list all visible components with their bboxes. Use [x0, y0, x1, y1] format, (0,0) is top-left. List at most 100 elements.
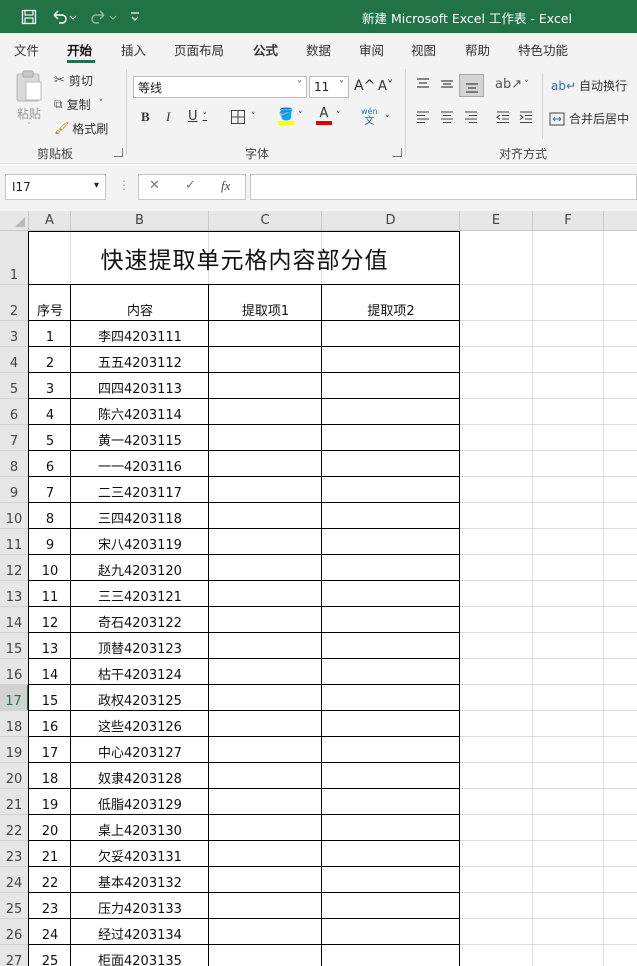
insert-function-icon[interactable]: fx: [221, 178, 230, 194]
extract-2-cell[interactable]: [322, 919, 460, 945]
fill-color-button[interactable]: 🪣 ˅: [278, 107, 303, 125]
row-header-27[interactable]: 27: [0, 945, 29, 966]
extract-2-cell[interactable]: [322, 893, 460, 919]
row-header-18[interactable]: 18: [0, 711, 29, 737]
extract-1-cell[interactable]: [209, 607, 322, 633]
content-cell[interactable]: 赵九4203120: [71, 555, 209, 581]
serial-number-cell[interactable]: 23: [29, 893, 71, 919]
tab-home[interactable]: 开始: [67, 40, 92, 59]
extract-1-cell[interactable]: [209, 555, 322, 581]
row-header-3[interactable]: 3: [0, 321, 29, 347]
table-header-cell[interactable]: 提取项2: [322, 285, 460, 321]
extract-1-cell[interactable]: [209, 685, 322, 711]
font-name-combo[interactable]: 等线 ˅: [133, 76, 307, 98]
row-header-14[interactable]: 14: [0, 607, 29, 633]
serial-number-cell[interactable]: 8: [29, 503, 71, 529]
extract-1-cell[interactable]: [209, 841, 322, 867]
column-header-a[interactable]: A: [29, 211, 71, 231]
serial-number-cell[interactable]: 3: [29, 373, 71, 399]
row-header-2[interactable]: 2: [0, 285, 29, 321]
extract-2-cell[interactable]: [322, 321, 460, 347]
column-header-partial[interactable]: [604, 211, 637, 231]
serial-number-cell[interactable]: 7: [29, 477, 71, 503]
extract-2-cell[interactable]: [322, 529, 460, 555]
content-cell[interactable]: 经过4203134: [71, 919, 209, 945]
underline-button[interactable]: U ˅: [188, 109, 207, 124]
row-header-10[interactable]: 10: [0, 503, 29, 529]
extract-1-cell[interactable]: [209, 919, 322, 945]
extract-1-cell[interactable]: [209, 425, 322, 451]
extract-2-cell[interactable]: [322, 347, 460, 373]
serial-number-cell[interactable]: 4: [29, 399, 71, 425]
content-cell[interactable]: 这些4203126: [71, 711, 209, 737]
extract-1-cell[interactable]: [209, 399, 322, 425]
extract-1-cell[interactable]: [209, 321, 322, 347]
tab-insert[interactable]: 插入: [121, 40, 146, 59]
extract-1-cell[interactable]: [209, 945, 322, 966]
font-size-combo[interactable]: 11 ˅: [309, 76, 349, 98]
increase-font-size-button[interactable]: A^: [354, 78, 375, 94]
extract-1-cell[interactable]: [209, 763, 322, 789]
phonetic-dropdown-icon[interactable]: ˅: [385, 115, 390, 125]
content-cell[interactable]: 陈六4203114: [71, 399, 209, 425]
extract-2-cell[interactable]: [322, 737, 460, 763]
merge-center-button[interactable]: 合并后居中: [549, 110, 629, 127]
serial-number-cell[interactable]: 11: [29, 581, 71, 607]
select-all-button[interactable]: [0, 211, 29, 231]
serial-number-cell[interactable]: 21: [29, 841, 71, 867]
row-header-4[interactable]: 4: [0, 347, 29, 373]
content-cell[interactable]: 李四4203111: [71, 321, 209, 347]
content-cell[interactable]: 欠妥4203131: [71, 841, 209, 867]
phonetic-button[interactable]: wén 文: [361, 107, 378, 127]
undo-icon[interactable]: [48, 6, 78, 28]
table-header-cell[interactable]: 序号: [29, 285, 71, 321]
extract-2-cell[interactable]: [322, 581, 460, 607]
extract-1-cell[interactable]: [209, 581, 322, 607]
worksheet-grid[interactable]: ABCDEF 1 2 3 4 5 6 7 8 9 10 11 12 13 14 15 16 17 18 19 20 21…: [0, 211, 637, 966]
align-bottom-button[interactable]: [459, 74, 484, 97]
content-cell[interactable]: 低脂4203129: [71, 789, 209, 815]
content-cell[interactable]: 政权4203125: [71, 685, 209, 711]
name-box[interactable]: I17 ▾: [5, 174, 106, 200]
extract-1-cell[interactable]: [209, 347, 322, 373]
extract-2-cell[interactable]: [322, 503, 460, 529]
serial-number-cell[interactable]: 10: [29, 555, 71, 581]
row-header-24[interactable]: 24: [0, 867, 29, 893]
serial-number-cell[interactable]: 14: [29, 659, 71, 685]
extract-1-cell[interactable]: [209, 451, 322, 477]
extract-1-cell[interactable]: [209, 893, 322, 919]
align-right-button[interactable]: [463, 110, 479, 124]
enter-icon[interactable]: ✓: [185, 178, 196, 193]
tab-page-layout[interactable]: 页面布局: [174, 40, 224, 59]
extract-2-cell[interactable]: [322, 945, 460, 966]
extract-2-cell[interactable]: [322, 477, 460, 503]
content-cell[interactable]: 宋八4203119: [71, 529, 209, 555]
serial-number-cell[interactable]: 20: [29, 815, 71, 841]
extract-2-cell[interactable]: [322, 789, 460, 815]
redo-icon[interactable]: [86, 6, 120, 28]
row-header-15[interactable]: 15: [0, 633, 29, 659]
content-cell[interactable]: 四四4203113: [71, 373, 209, 399]
serial-number-cell[interactable]: 1: [29, 321, 71, 347]
extract-2-cell[interactable]: [322, 451, 460, 477]
content-cell[interactable]: 奇石4203122: [71, 607, 209, 633]
content-cell[interactable]: 三三4203121: [71, 581, 209, 607]
extract-2-cell[interactable]: [322, 373, 460, 399]
row-header-9[interactable]: 9: [0, 477, 29, 503]
font-launcher-icon[interactable]: [393, 148, 402, 157]
extract-2-cell[interactable]: [322, 867, 460, 893]
copy-dropdown-icon[interactable]: ˅: [99, 99, 104, 109]
decrease-font-size-button[interactable]: A˅: [378, 79, 393, 94]
extract-2-cell[interactable]: [322, 815, 460, 841]
table-header-cell[interactable]: 内容: [71, 285, 209, 321]
row-header-19[interactable]: 19: [0, 737, 29, 763]
serial-number-cell[interactable]: 9: [29, 529, 71, 555]
serial-number-cell[interactable]: 17: [29, 737, 71, 763]
row-header-11[interactable]: 11: [0, 529, 29, 555]
serial-number-cell[interactable]: 6: [29, 451, 71, 477]
content-cell[interactable]: 三四4203118: [71, 503, 209, 529]
extract-2-cell[interactable]: [322, 841, 460, 867]
copy-button[interactable]: ⧉ 复制 ˅: [54, 94, 103, 114]
column-header-c[interactable]: C: [209, 211, 322, 231]
column-header-e[interactable]: E: [460, 211, 533, 231]
